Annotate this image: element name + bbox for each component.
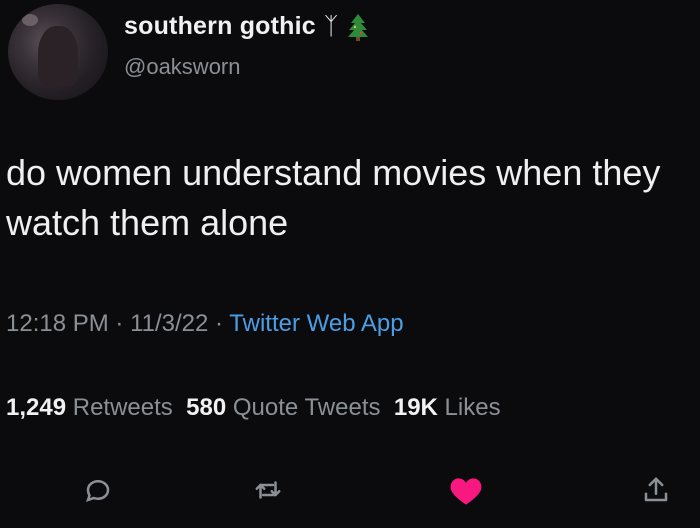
likes-stat[interactable]: 19K Likes [394,394,501,421]
tweet-stats: 1,249 Retweets 580 Quote Tweets 19K Like… [6,394,501,422]
quotes-label: Quote Tweets [232,394,381,421]
like-button[interactable] [444,468,488,512]
avatar-highlight [22,14,38,26]
tree-icon [346,13,370,41]
reply-icon [86,479,110,502]
quotes-count: 580 [186,394,227,421]
likes-count: 19K [393,394,438,421]
avatar-figure [38,26,78,86]
likes-label: Likes [444,394,501,421]
retweet-icon [255,481,281,499]
meta-separator: · [215,310,224,337]
tweet-meta: 12:18 PM · 11/3/22 · Twitter Web App [6,310,404,338]
reply-button[interactable] [76,468,120,512]
tweet-date[interactable]: 11/3/22 [130,310,208,337]
action-bar [0,468,700,512]
tweet-time[interactable]: 12:18 PM [6,310,109,337]
retweets-label: Retweets [72,394,173,421]
quotes-stat[interactable]: 580 Quote Tweets [186,394,380,421]
share-button[interactable] [634,468,678,512]
author-handle[interactable]: @oaksworn [124,54,241,80]
author-name-row: southern gothic ᛉ [124,12,370,41]
tweet-text: do women understand movies when they wat… [6,152,661,243]
rune-emoji: ᛉ [323,12,339,40]
meta-separator: · [115,310,124,337]
retweets-count: 1,249 [6,394,67,421]
retweet-button[interactable] [246,468,290,512]
heart-icon [450,478,482,505]
avatar[interactable] [8,4,108,100]
share-icon [644,477,668,502]
tweet-source[interactable]: Twitter Web App [229,310,403,337]
author-display-name[interactable]: southern gothic [124,12,316,41]
retweets-stat[interactable]: 1,249 Retweets [6,394,173,421]
